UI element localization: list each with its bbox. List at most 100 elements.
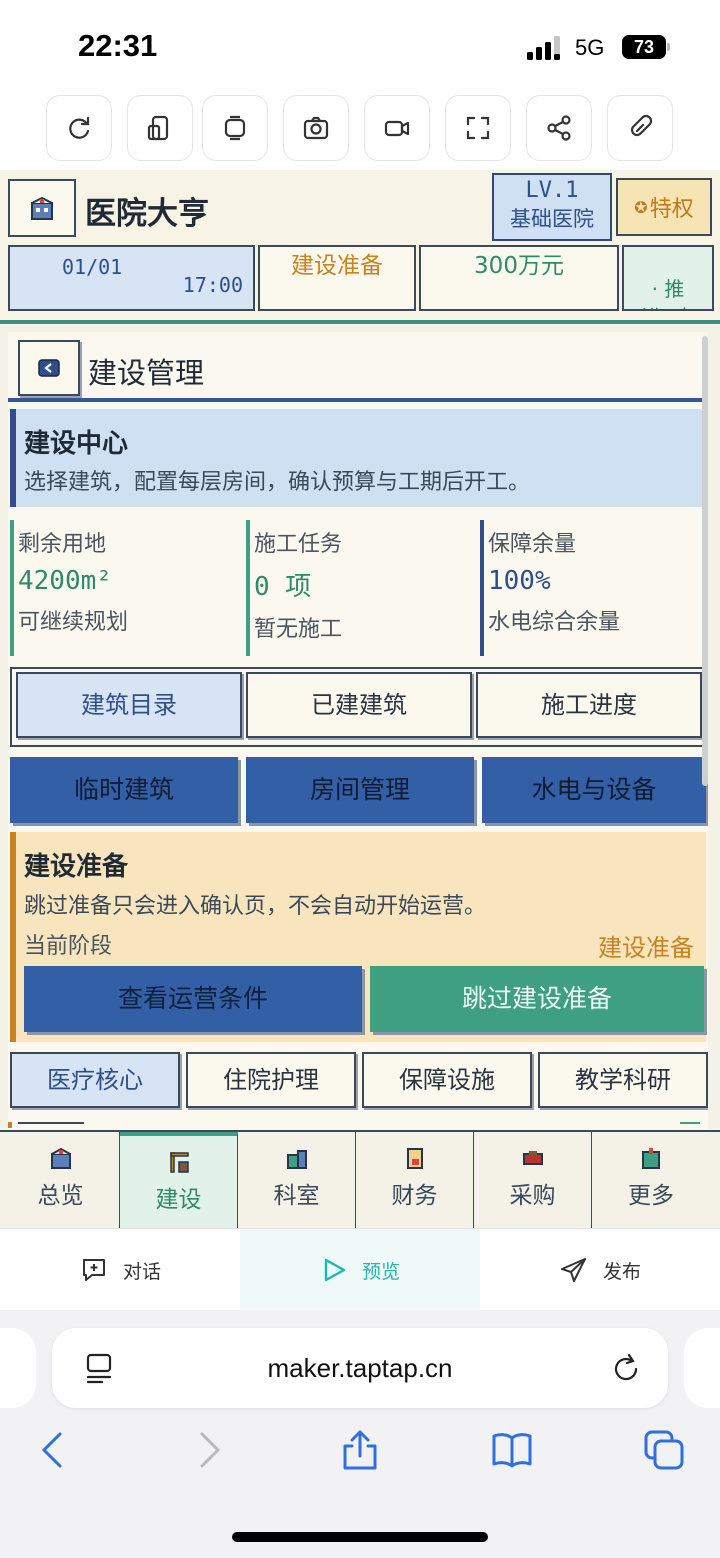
nav-label: 采购: [509, 1183, 556, 1209]
game-nav-bar: 总览 建设 科室 财务 采购 更多: [0, 1130, 720, 1228]
next-tab-peek[interactable]: [684, 1328, 720, 1408]
center-heading: 建设中心: [24, 429, 129, 459]
chat-button[interactable]: 对话: [0, 1229, 240, 1311]
nav-departments[interactable]: 科室: [238, 1132, 356, 1228]
hud-clock-value: 17:00: [182, 273, 243, 297]
tabs-icon[interactable]: [642, 1428, 686, 1472]
construction-prep-card: 建设准备 跳过准备只会进入确认页，不会自动开始运营。 当前阶段 建设准备 查看运…: [10, 832, 706, 1042]
send-icon: [560, 1258, 586, 1282]
back-icon[interactable]: [32, 1428, 76, 1472]
cellular-signal-icon: [527, 36, 560, 60]
more-box-icon: [642, 1148, 660, 1169]
battery-icon: 73: [622, 35, 670, 59]
forward-icon[interactable]: [186, 1428, 230, 1472]
url-text: maker.taptap.cn: [267, 1353, 453, 1383]
subtab-teaching-research[interactable]: 教学科研: [538, 1052, 708, 1108]
nav-more[interactable]: 更多: [592, 1132, 710, 1228]
utilities-equipment-button[interactable]: 水电与设备: [482, 757, 706, 823]
nav-construction[interactable]: 建设: [120, 1132, 238, 1228]
privilege-button[interactable]: ✪ 特权: [616, 178, 712, 236]
hospital-level[interactable]: LV.1 基础医院: [492, 173, 612, 241]
stat-tasks: 施工任务 0 项 暂无施工: [246, 520, 476, 656]
share-button[interactable]: [526, 95, 592, 161]
list-edge: [8, 1122, 700, 1128]
nav-procurement[interactable]: 采购: [474, 1132, 592, 1228]
panel-divider: [8, 398, 708, 402]
battery-level: 73: [622, 35, 666, 59]
refresh-button[interactable]: [46, 95, 112, 161]
tab-construction-progress[interactable]: 施工进度: [476, 672, 702, 738]
browser-toolbar: maker.taptap.cn: [0, 1310, 720, 1558]
prep-heading: 建设准备: [24, 852, 129, 882]
preview-label: 预览: [361, 1260, 400, 1283]
nav-label: 更多: [628, 1183, 674, 1209]
construction-center-card: 建设中心 选择建筑，配置每层房间，确认预算与工期后开工。: [10, 409, 706, 507]
tab-building-catalog[interactable]: 建筑目录: [16, 672, 242, 738]
publish-label: 发布: [602, 1260, 641, 1283]
subtab-inpatient-care[interactable]: 住院护理: [186, 1052, 356, 1108]
advance-time-button[interactable]: · 推 进1小: [622, 245, 714, 311]
portrait-button[interactable]: [127, 95, 193, 161]
nav-label: 总览: [37, 1183, 84, 1209]
subtab-support-facilities[interactable]: 保障设施: [362, 1052, 532, 1108]
play-icon: [324, 1258, 346, 1282]
tab-built-buildings[interactable]: 已建建筑: [246, 672, 472, 738]
nav-overview[interactable]: 总览: [2, 1132, 120, 1228]
prep-description: 跳过准备只会进入确认页，不会自动开始运营。: [24, 894, 487, 919]
stat-label: 剩余用地: [18, 532, 107, 557]
address-bar[interactable]: maker.taptap.cn: [52, 1328, 668, 1408]
record-button[interactable]: [364, 95, 430, 161]
hospital-logo: [8, 179, 76, 237]
status-bar: 22:31 5G 73: [0, 0, 720, 95]
center-description: 选择建筑，配置每层房间，确认预算与工期后开工。: [24, 470, 531, 495]
preview-button[interactable]: 预览: [240, 1229, 480, 1311]
stat-label: 施工任务: [254, 532, 343, 557]
screenshot-button[interactable]: [283, 95, 349, 161]
share-icon[interactable]: [338, 1428, 382, 1472]
crane-icon: [169, 1152, 189, 1173]
fullscreen-button[interactable]: [445, 95, 511, 161]
subtab-medical-core[interactable]: 医疗核心: [10, 1052, 180, 1108]
fullscreen-icon: [466, 116, 490, 140]
stage-label: 当前阶段: [24, 934, 113, 959]
stat-value: 0 项: [254, 572, 312, 602]
home-indicator: [232, 1532, 488, 1542]
stat-guarantee: 保障余量 100% 水电综合余量: [480, 520, 708, 656]
advance-time-label: · 推 进1小: [642, 277, 695, 309]
panel-scrollbar[interactable]: [702, 336, 708, 786]
cart-icon: [522, 1151, 543, 1165]
stat-value: 100%: [488, 566, 551, 596]
bookmarks-icon[interactable]: [490, 1428, 534, 1472]
temporary-building-button[interactable]: 临时建筑: [10, 757, 238, 823]
publish-button[interactable]: 发布: [480, 1229, 720, 1311]
reload-icon[interactable]: [612, 1352, 642, 1384]
game-header: 医院大亨 LV.1 基础医院 ✪ 特权 01/01 17:00 建设准备 300…: [0, 170, 720, 325]
view-conditions-button[interactable]: 查看运营条件: [24, 966, 362, 1032]
stat-sub: 可继续规划: [18, 610, 129, 635]
skip-prep-button[interactable]: 跳过建设准备: [370, 966, 704, 1032]
refresh-icon: [69, 116, 90, 139]
stat-land: 剩余用地 4200m² 可继续规划: [10, 520, 240, 656]
nav-finance[interactable]: 财务: [356, 1132, 474, 1228]
game-title: 医院大亨: [85, 196, 209, 232]
link-icon: [630, 114, 653, 137]
chat-add-icon: [82, 1259, 105, 1281]
link-button[interactable]: [607, 95, 673, 161]
header-divider: [0, 320, 720, 324]
screenshot-icon: [303, 116, 329, 140]
star-icon: ✪: [634, 197, 648, 217]
chat-label: 对话: [122, 1260, 161, 1283]
room-management-button[interactable]: 房间管理: [246, 757, 474, 823]
ledger-icon: [406, 1148, 423, 1169]
hospital-icon: [31, 196, 53, 220]
hospital-icon: [50, 1147, 71, 1169]
nav-label: 科室: [273, 1183, 320, 1209]
previous-tab-peek[interactable]: [0, 1328, 36, 1408]
layers-button[interactable]: [202, 95, 268, 161]
back-button[interactable]: [18, 340, 80, 396]
maker-bottom-bar: 对话 预览 发布: [0, 1228, 720, 1311]
level-label: LV.1: [525, 178, 579, 203]
level-tier: 基础医院: [510, 207, 594, 231]
construction-panel: 建设管理 建设中心 选择建筑，配置每层房间，确认预算与工期后开工。 剩余用地 4…: [8, 332, 708, 1228]
nav-label: 财务: [391, 1183, 438, 1209]
